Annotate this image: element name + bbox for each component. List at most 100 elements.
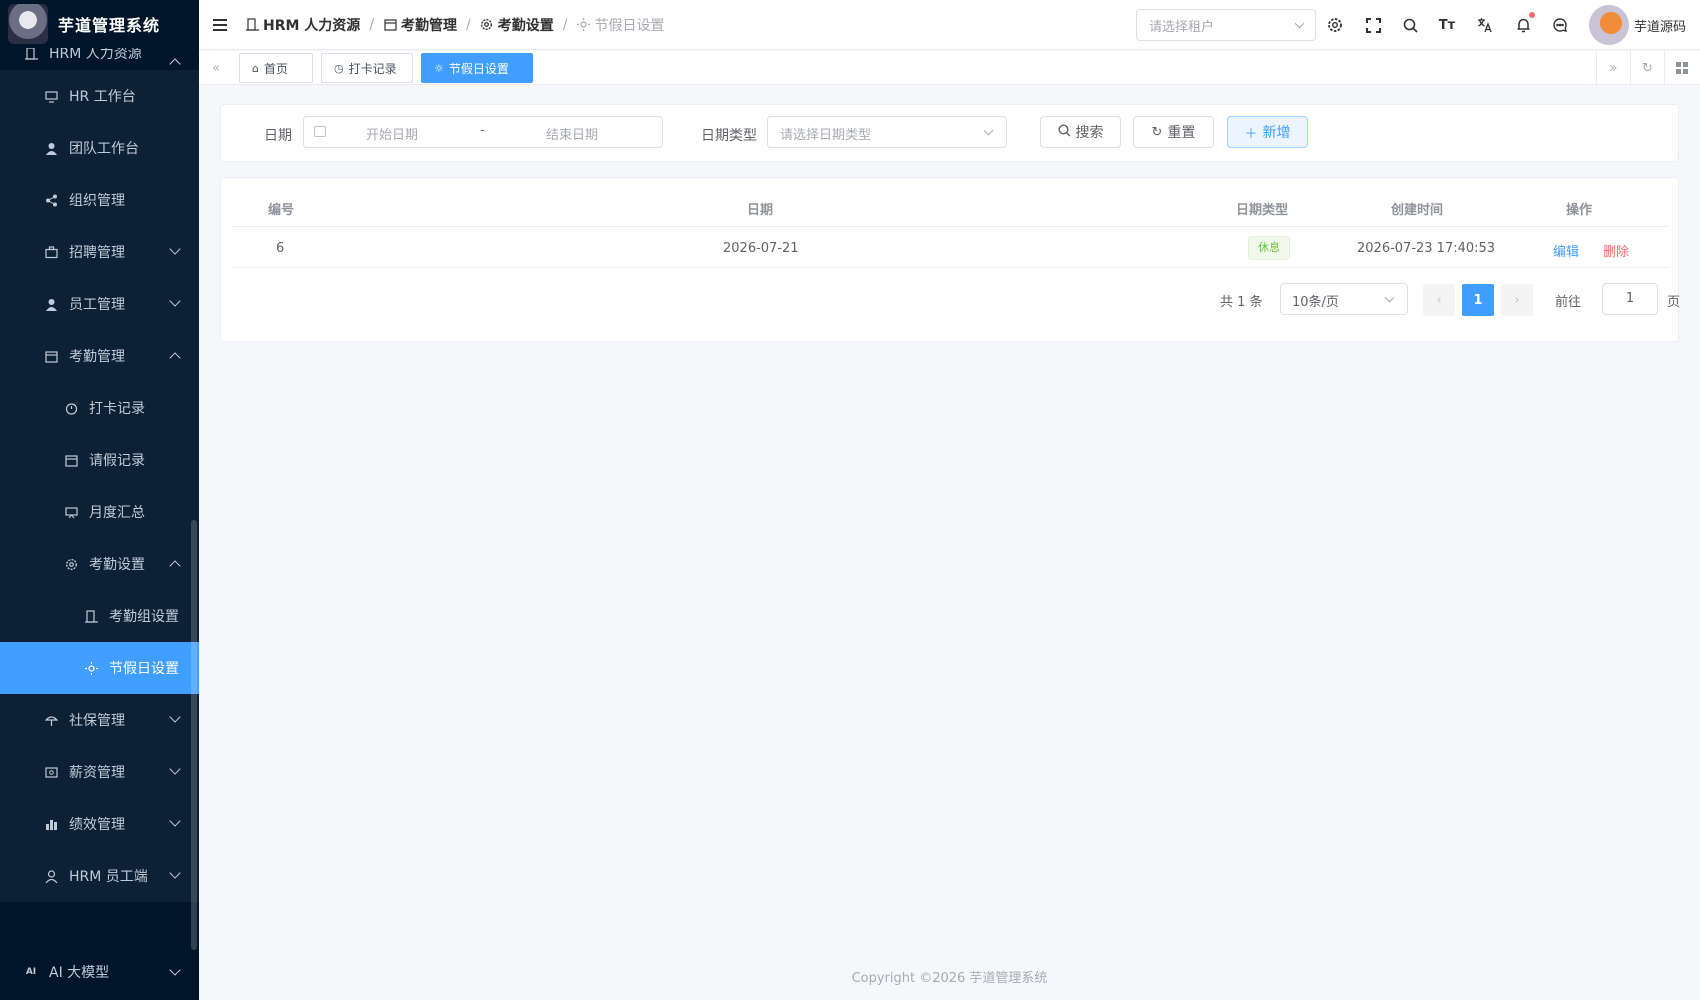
sidebar-scrollbar[interactable] [191, 520, 197, 950]
add-button[interactable]: ＋新增 [1227, 116, 1308, 148]
sidebar-item-recruit[interactable]: 招聘管理 [0, 226, 199, 278]
presentation-icon [64, 505, 78, 519]
chevron-down-icon [169, 243, 181, 255]
breadcrumb-separator: / [466, 16, 471, 33]
chevron-down-icon [1294, 18, 1305, 29]
chevron-down-icon [169, 295, 181, 307]
reset-button[interactable]: ↻ 重置 [1133, 116, 1214, 148]
sun-icon: ☼ [434, 61, 444, 75]
sidebar-item-performance[interactable]: 绩效管理 [0, 798, 199, 850]
top-header: HRM 人力资源 / 考勤管理 / 考勤设置 / 节假日设置 请选择租户 Tт … [199, 0, 1700, 50]
cell-created: 2026-07-23 17:40:53 [1357, 241, 1496, 256]
start-date-input[interactable]: 开始日期 [366, 124, 418, 143]
sidebar-item-employee[interactable]: 员工管理 [0, 278, 199, 330]
next-page-button[interactable]: › [1501, 284, 1533, 316]
sidebar-item-salary[interactable]: 薪资管理 [0, 746, 199, 798]
building-icon [24, 46, 38, 60]
breadcrumb-item[interactable]: 考勤设置 [480, 15, 554, 35]
building-icon [84, 609, 98, 623]
sidebar-item-attendance[interactable]: 考勤管理 [0, 330, 199, 382]
chevron-down-icon [983, 125, 994, 136]
tenant-select[interactable]: 请选择租户 [1136, 9, 1316, 41]
goto-label: 前往 [1555, 295, 1582, 310]
sidebar-item-attendance-group[interactable]: 考勤组设置 [0, 590, 199, 642]
sidebar-item-hrm-employee-side[interactable]: HRM 员工端 [0, 850, 199, 902]
column-header-date-type: 日期类型 [1236, 203, 1289, 218]
translate-icon[interactable] [1475, 15, 1495, 35]
notification-dot [1529, 12, 1535, 18]
calendar-icon [44, 349, 58, 363]
search-icon [1057, 123, 1071, 141]
breadcrumb-item-current: 节假日设置 [576, 15, 664, 35]
monitor-icon [44, 89, 58, 103]
wallet-icon [44, 765, 58, 779]
bell-icon[interactable] [1513, 15, 1533, 35]
goto-page-input[interactable]: 1 [1602, 283, 1658, 315]
sidebar-item-attendance-settings[interactable]: 考勤设置 [0, 538, 199, 590]
prev-page-button[interactable]: ‹ [1423, 284, 1455, 316]
umbrella-icon [44, 713, 58, 727]
logo-area[interactable]: 芋道管理系统 [0, 0, 199, 48]
sidebar-item-label: 团队工作台 [69, 141, 139, 157]
date-type-label: 日期类型 [701, 128, 757, 144]
breadcrumb-item[interactable]: HRM 人力资源 [245, 15, 360, 35]
font-size-icon[interactable]: Tт [1437, 15, 1457, 35]
edit-link[interactable]: 编辑 [1553, 241, 1579, 260]
breadcrumb-separator: / [369, 16, 375, 33]
username[interactable]: 芋道源码 [1634, 16, 1686, 35]
tags-bar: « ⌂ 首页 ◷ 打卡记录 ☼ 节假日设置 » ↻ [199, 51, 1700, 85]
end-date-input[interactable]: 结束日期 [546, 124, 598, 143]
page-number[interactable]: 1 [1462, 284, 1494, 316]
calendar-icon [64, 453, 78, 467]
sidebar-item-label: 员工管理 [69, 297, 125, 313]
breadcrumb-item[interactable]: 考勤管理 [383, 15, 457, 35]
sidebar-item-social[interactable]: 社保管理 [0, 694, 199, 746]
double-chevron-left-icon[interactable]: « [199, 51, 233, 85]
date-label: 日期 [264, 128, 292, 144]
share-icon [44, 193, 58, 207]
sidebar-item-label: 组织管理 [69, 193, 125, 209]
grid-icon[interactable] [1664, 51, 1698, 85]
search-icon[interactable] [1400, 15, 1420, 35]
sidebar-item-label: AI 大模型 [49, 965, 110, 981]
date-range-picker[interactable]: 开始日期 - 结束日期 [303, 116, 663, 148]
tag-clockin[interactable]: ◷ 打卡记录 [321, 53, 413, 83]
user-icon [44, 297, 58, 311]
chat-icon[interactable] [1550, 15, 1570, 35]
timer-icon: ◷ [334, 61, 344, 75]
gear-icon [64, 557, 78, 571]
timer-icon [64, 401, 78, 415]
sidebar-item-org[interactable]: 组织管理 [0, 174, 199, 226]
chevron-down-icon [169, 763, 181, 775]
avatar[interactable] [1589, 5, 1629, 45]
fullscreen-icon[interactable] [1363, 15, 1383, 35]
double-chevron-right-icon[interactable]: » [1596, 51, 1630, 85]
breadcrumb: HRM 人力资源 / 考勤管理 / 考勤设置 / 节假日设置 [245, 15, 664, 35]
tag-home[interactable]: ⌂ 首页 [239, 53, 313, 83]
holiday-table: 编号 日期 日期类型 创建时间 操作 6 2026-07-21 休息 2026-… [220, 177, 1680, 342]
tag-holiday[interactable]: ☼ 节假日设置 [421, 53, 533, 83]
page-size-select[interactable]: 10条/页 [1280, 283, 1408, 315]
sidebar-item-team-workbench[interactable]: 团队工作台 [0, 122, 199, 174]
chevron-up-icon [169, 352, 181, 364]
chevron-down-icon [1384, 292, 1395, 303]
sidebar-item-holiday[interactable]: 节假日设置 [0, 642, 199, 694]
gear-icon[interactable] [1325, 15, 1345, 35]
sidebar-item-clockin[interactable]: 打卡记录 [0, 382, 199, 434]
sidebar-item-label: 节假日设置 [109, 661, 179, 677]
delete-link[interactable]: 删除 [1603, 241, 1629, 260]
sun-icon [576, 18, 590, 32]
refresh-icon[interactable]: ↻ [1630, 51, 1664, 85]
briefcase-icon [44, 245, 58, 259]
breadcrumb-separator: / [562, 16, 568, 33]
sidebar-item-hr-workbench[interactable]: HR 工作台 [0, 70, 199, 122]
sidebar-item-leave[interactable]: 请假记录 [0, 434, 199, 486]
chevron-up-icon [169, 58, 181, 70]
sidebar-item-ai[interactable]: AI AI 大模型 [0, 944, 199, 1000]
sidebar-item-monthly[interactable]: 月度汇总 [0, 486, 199, 538]
hamburger-icon[interactable] [213, 18, 227, 31]
pagination-total: 共 1 条 [1220, 295, 1263, 310]
sidebar-item-label: HRM 员工端 [69, 869, 148, 885]
date-type-select[interactable]: 请选择日期类型 [767, 116, 1007, 148]
search-button[interactable]: 搜索 [1040, 116, 1121, 148]
